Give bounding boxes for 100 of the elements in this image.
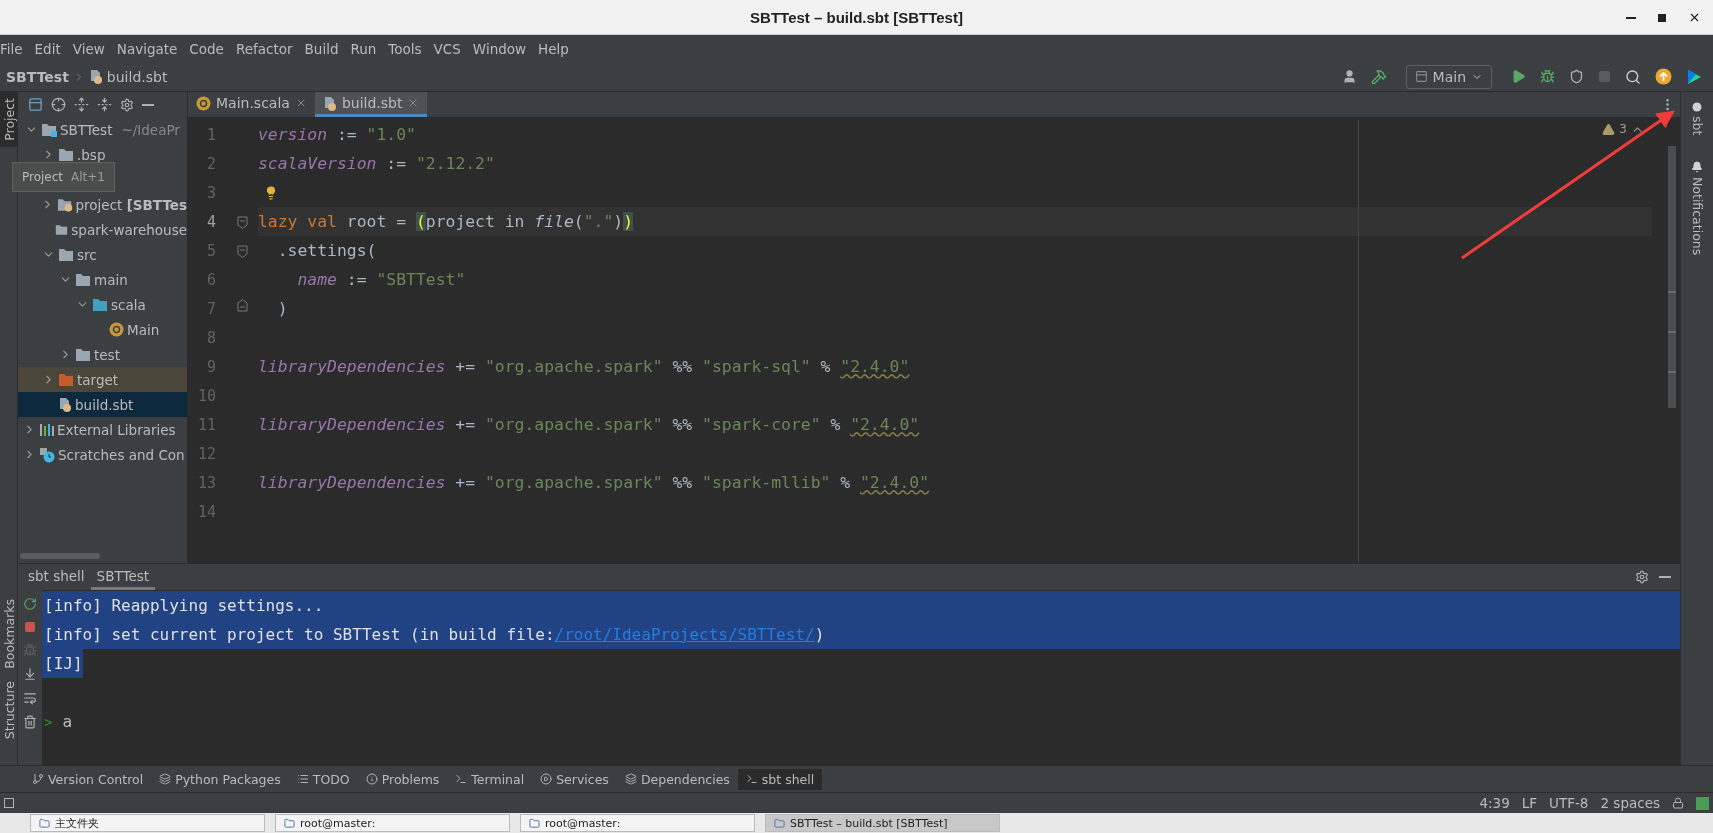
bottom-tool-tab[interactable]: Dependencies xyxy=(616,768,738,790)
line-number: 5 xyxy=(188,236,258,265)
breadcrumb-file[interactable]: build.sbt xyxy=(106,68,168,85)
tool-window-tab[interactable]: Project xyxy=(0,92,18,147)
tool-window-tab[interactable]: Structure xyxy=(0,674,18,745)
minimize-icon[interactable] xyxy=(1626,16,1636,19)
maximize-icon[interactable] xyxy=(1658,13,1666,22)
code-token: "org.apache.spark" xyxy=(485,357,663,376)
editor-tab[interactable]: build.sbt xyxy=(314,92,428,117)
folder-icon xyxy=(57,197,73,212)
object-icon xyxy=(109,322,124,337)
tool-window-tab[interactable]: Notifications xyxy=(1687,155,1707,262)
close-icon[interactable] xyxy=(1688,11,1701,24)
bottom-tool-tab[interactable]: Services xyxy=(532,768,617,790)
tree-item[interactable]: scala xyxy=(18,292,187,317)
sbt-file-icon xyxy=(88,69,103,84)
status-item[interactable]: LF xyxy=(1521,795,1538,811)
line-number: 12 xyxy=(196,443,217,465)
tree-item-label: target xyxy=(77,371,119,388)
taskbar-item[interactable]: root@master: xyxy=(520,814,755,832)
code-token: "spark-core" xyxy=(702,415,821,434)
breadcrumb-project[interactable]: SBTTest xyxy=(6,68,69,85)
tree-item[interactable]: External Libraries xyxy=(18,417,187,442)
tree-item[interactable]: target xyxy=(18,367,187,392)
menu-item[interactable]: Window xyxy=(466,40,533,57)
scrollbar[interactable] xyxy=(1668,146,1676,408)
list-icon xyxy=(296,773,309,785)
code-token: "1.0" xyxy=(366,125,416,144)
lightbulb-icon xyxy=(264,185,278,200)
tree-item[interactable]: src xyxy=(18,242,187,267)
status-item[interactable]: UTF-8 xyxy=(1549,795,1589,811)
menu-item[interactable]: Code xyxy=(183,40,230,57)
tree-item-label: test xyxy=(94,346,120,363)
code-token: := xyxy=(345,270,368,289)
code-token: := xyxy=(385,154,408,173)
tree-item[interactable]: build.sbt xyxy=(18,392,187,417)
code-token: += xyxy=(454,357,477,376)
console-input[interactable]: a xyxy=(62,712,73,731)
folder-icon xyxy=(58,372,74,387)
taskbar-item[interactable]: SBTTest – build.sbt [SBTTest] xyxy=(765,814,1000,832)
menu-item[interactable]: File xyxy=(0,40,29,57)
menu-item[interactable]: Refactor xyxy=(229,40,299,57)
menu-item[interactable]: Navigate xyxy=(110,40,184,57)
module-folder-icon xyxy=(41,122,57,137)
bottom-tool-tab[interactable]: Problems xyxy=(357,768,448,790)
tree-item[interactable]: main xyxy=(18,267,187,292)
bottom-tool-tab[interactable]: Terminal xyxy=(447,768,533,790)
menu-item[interactable]: Run xyxy=(344,40,383,57)
tooltip-label: Project xyxy=(22,170,64,184)
panel-icon xyxy=(4,798,14,808)
tool-window-tab[interactable]: sbt xyxy=(1687,96,1707,142)
menu-item[interactable]: VCS xyxy=(427,40,467,57)
bottom-tool-tab[interactable]: Python Packages xyxy=(151,768,289,790)
warning-icon[interactable] xyxy=(1602,122,1616,136)
code-token: .settings( xyxy=(276,241,377,260)
code-token: "org.apache.spark" xyxy=(485,415,663,434)
run-config-dropdown[interactable]: Main xyxy=(1405,64,1492,89)
status-item[interactable]: 4:39 xyxy=(1479,795,1510,811)
menu-item[interactable]: Help xyxy=(532,40,575,57)
taskbar-item[interactable]: 主文件夹 xyxy=(30,814,265,832)
tree-item-label: main xyxy=(94,271,128,288)
expand-all-icon xyxy=(74,97,89,112)
menu-item[interactable]: Build xyxy=(298,40,345,57)
menu-item[interactable]: View xyxy=(66,40,111,57)
line-number: 10 xyxy=(196,385,217,407)
tree-item-label: .bsp xyxy=(77,146,106,163)
scrollbar[interactable] xyxy=(20,553,100,559)
tree-item[interactable]: test xyxy=(18,342,187,367)
code-token: "org.apache.spark" xyxy=(485,473,663,492)
terminal-icon xyxy=(455,773,468,785)
code-token: libraryDependencies xyxy=(258,473,446,492)
taskbar-item[interactable]: root@master: xyxy=(275,814,510,832)
tree-item[interactable]: Main xyxy=(18,317,187,342)
layers-icon xyxy=(159,773,172,785)
menu-item[interactable]: Edit xyxy=(28,40,67,57)
tool-window-tab[interactable]: Bookmarks xyxy=(0,593,18,675)
tooltip-shortcut: Alt+1 xyxy=(71,170,105,184)
bottom-tool-tab[interactable]: TODO xyxy=(288,768,358,790)
status-item[interactable]: 2 spaces xyxy=(1600,795,1660,811)
line-number: 7 xyxy=(188,294,258,323)
line-number: 11 xyxy=(196,414,217,436)
tree-item[interactable]: SBTTest ~/IdeaPr xyxy=(18,117,187,142)
code-token: ( xyxy=(415,212,426,231)
tree-item[interactable]: project [SBTTes xyxy=(18,192,187,217)
tree-item[interactable]: .bsp xyxy=(18,142,187,167)
tree-item-label: project [SBTTes xyxy=(75,196,187,213)
lock-icon xyxy=(1672,797,1684,809)
tool-tab[interactable]: sbt shell xyxy=(22,564,91,590)
code-token: := xyxy=(335,125,358,144)
tree-item[interactable]: Scratches and Con xyxy=(18,442,187,467)
folder-icon xyxy=(92,297,108,312)
play-icon xyxy=(540,773,553,785)
bottom-tool-tab[interactable]: sbt shell xyxy=(737,768,823,790)
bell-icon xyxy=(1691,161,1703,174)
code-token: "2.4.0" xyxy=(850,415,920,434)
code-token: version xyxy=(258,125,328,144)
tree-item[interactable]: spark-warehouse xyxy=(18,217,187,242)
menu-item[interactable]: Tools xyxy=(382,40,428,57)
bottom-tool-tab[interactable]: Version Control xyxy=(24,768,152,790)
editor-tab[interactable]: Main.scala xyxy=(188,92,315,117)
